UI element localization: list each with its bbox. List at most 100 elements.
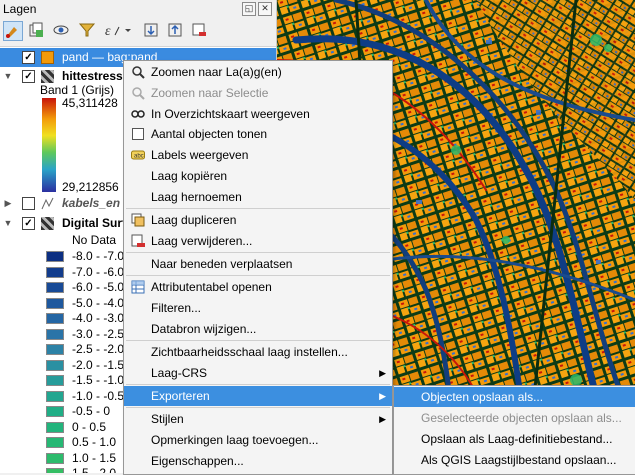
menu-separator — [126, 252, 390, 253]
raster-layer-icon — [41, 217, 54, 230]
menu-item-copy-layer[interactable]: Laag kopiëren — [124, 166, 392, 186]
submenu-item-save-selected-as[interactable]: Geselecteerde objecten opslaan als... — [394, 408, 635, 428]
legend-label: -6.0 - -5.0 — [72, 280, 125, 294]
menu-item-zoom-to-layer[interactable]: Zoomen naar La(a)g(en) — [124, 62, 392, 82]
export-submenu: Objecten opslaan als... Geselecteerde ob… — [393, 385, 635, 475]
legend-swatch — [46, 282, 64, 293]
legend-label: -2.0 - -1.5 — [72, 357, 125, 372]
legend-swatch — [46, 452, 64, 464]
legend-swatch — [46, 468, 64, 473]
layer-visibility-checkbox[interactable]: ✓ — [22, 51, 35, 64]
legend-swatch — [46, 344, 64, 355]
svg-text:ε: ε — [105, 24, 111, 39]
collapsed-arrow-icon[interactable]: ▶ — [3, 194, 13, 213]
manage-map-themes-icon[interactable] — [52, 21, 72, 41]
close-panel-button[interactable]: ✕ — [258, 2, 272, 16]
panel-title: Lagen — [3, 2, 37, 16]
legend-label: -5.0 - -4.0 — [72, 295, 125, 310]
legend-label: -0.5 - 0 — [72, 404, 111, 418]
menu-item-overview[interactable]: In Overzichtskaart weergeven — [124, 104, 392, 124]
remove-layer-icon — [131, 234, 145, 248]
expand-arrow-icon[interactable]: ▼ — [3, 214, 13, 233]
remove-layer-icon[interactable] — [190, 21, 210, 41]
legend-swatch — [46, 437, 64, 448]
layer-visibility-checkbox[interactable]: ✓ — [22, 217, 35, 230]
submenu-item-save-features-as[interactable]: Objecten opslaan als... — [394, 387, 635, 407]
layer-name: Digital Surf — [62, 216, 127, 230]
float-panel-button[interactable]: ◱ — [242, 2, 256, 16]
menu-item-scale-visibility[interactable]: Zichtbaarheidsschaal laag instellen... — [124, 342, 392, 362]
submenu-arrow-icon: ▶ — [379, 368, 386, 378]
legend-label: 1.0 - 1.5 — [72, 450, 117, 465]
legend-swatch — [46, 375, 64, 386]
add-group-icon[interactable] — [27, 21, 47, 41]
legend-swatch — [46, 328, 64, 340]
zoom-to-layer-icon — [131, 65, 145, 79]
legend-label: 0.5 - 1.0 — [72, 435, 117, 449]
submenu-arrow-icon: ▶ — [379, 414, 386, 424]
menu-item-attribute-table[interactable]: Attributentabel openen — [124, 277, 392, 297]
menu-item-styles[interactable]: Stijlen ▶ — [124, 409, 392, 429]
legend-swatch — [46, 390, 64, 402]
labels-icon: abc — [131, 148, 145, 162]
menu-item-feature-count[interactable]: Aantal objecten tonen — [124, 124, 392, 144]
svg-text:abc: abc — [134, 154, 144, 160]
polygon-layer-icon — [41, 51, 54, 64]
menu-item-duplicate-layer[interactable]: Laag dupliceren — [124, 210, 392, 230]
line-layer-icon — [41, 197, 54, 210]
layer-context-menu: Zoomen naar La(a)g(en) Zoomen naar Selec… — [123, 60, 393, 475]
menu-item-add-notes[interactable]: Opmerkingen laag toevoegen... — [124, 430, 392, 450]
legend-label: -2.5 - -2.0 — [72, 342, 125, 356]
menu-item-filter[interactable]: Filteren... — [124, 298, 392, 318]
attribute-table-icon — [131, 280, 145, 294]
menu-item-move-down[interactable]: Naar beneden verplaatsen — [124, 254, 392, 274]
expand-all-icon[interactable] — [142, 21, 162, 41]
checkbox-icon — [131, 127, 145, 141]
legend-swatch — [46, 421, 64, 433]
duplicate-layer-icon — [131, 213, 145, 227]
legend-label: -3.0 - -2.5 — [72, 326, 125, 341]
filter-by-expression-icon[interactable]: ε — [103, 21, 133, 41]
menu-item-layer-crs[interactable]: Laag-CRS ▶ — [124, 363, 392, 383]
legend-swatch — [46, 251, 64, 262]
collapse-all-icon[interactable] — [166, 21, 186, 41]
open-layer-styling-icon[interactable] — [3, 21, 23, 41]
legend-swatch — [46, 406, 64, 417]
menu-item-change-datasource[interactable]: Databron wijzigen... — [124, 319, 392, 339]
menu-item-show-labels[interactable]: abc Labels weergeven — [124, 145, 392, 165]
menu-item-rename-layer[interactable]: Laag hernoemen — [124, 187, 392, 207]
legend-swatch — [46, 313, 64, 324]
submenu-item-save-qml-style[interactable]: Als QGIS Laagstijlbestand opslaan... — [394, 450, 635, 470]
menu-item-properties[interactable]: Eigenschappen... — [124, 451, 392, 471]
legend-swatch — [46, 297, 64, 309]
layer-name: kabels_en — [62, 196, 121, 210]
menu-item-zoom-to-selection[interactable]: Zoomen naar Selectie — [124, 83, 392, 103]
panel-title-bar: Lagen ◱ ✕ — [0, 0, 276, 18]
submenu-arrow-icon: ▶ — [379, 391, 386, 401]
legend-label: -7.0 - -6.0 — [72, 264, 125, 279]
menu-separator — [126, 275, 390, 276]
submenu-item-save-layer-definition[interactable]: Opslaan als Laag-definitiebestand... — [394, 429, 635, 449]
menu-separator — [126, 384, 390, 385]
menu-separator — [126, 407, 390, 408]
menu-item-export[interactable]: Exporteren ▶ — [124, 386, 392, 406]
legend-label: 1.5 - 2.0 — [72, 466, 117, 473]
menu-separator — [126, 340, 390, 341]
zoom-to-selection-icon — [131, 86, 145, 100]
layers-toolbar: ε — [0, 18, 276, 47]
overview-icon — [131, 107, 145, 121]
legend-swatch — [46, 266, 64, 278]
menu-item-remove-layer[interactable]: Laag verwijderen... — [124, 231, 392, 251]
ramp-min-label: 29,212856 — [62, 180, 119, 194]
legend-label: -4.0 - -3.0 — [72, 311, 125, 325]
legend-label: 0 - 0.5 — [72, 419, 107, 434]
legend-label: -1.5 - -1.0 — [72, 373, 125, 387]
legend-label: -1.0 - -0.5 — [72, 388, 125, 403]
filter-legend-icon[interactable] — [78, 21, 98, 41]
legend-swatch — [46, 359, 64, 371]
nodata-label: No Data — [72, 233, 117, 247]
layer-visibility-checkbox[interactable] — [22, 197, 35, 210]
color-ramp — [42, 98, 56, 192]
ramp-max-label: 45,311428 — [62, 96, 118, 110]
legend-label: -8.0 - -7.0 — [72, 249, 125, 263]
